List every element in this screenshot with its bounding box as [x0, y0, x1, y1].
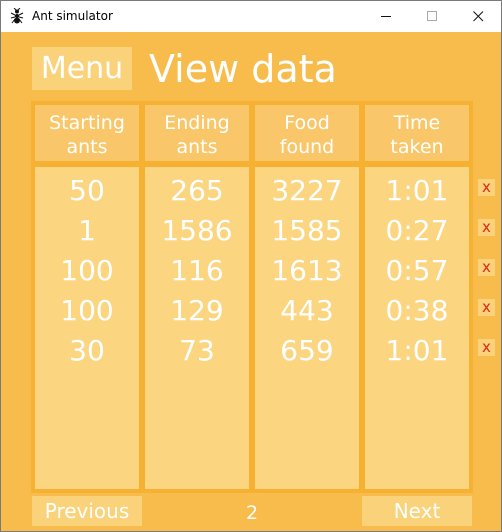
- cell: 129: [170, 294, 224, 327]
- column-starting-ants: Starting ants 50 1 100 100 30: [35, 105, 139, 489]
- column-header: Ending ants: [145, 105, 249, 161]
- cell: 0:57: [385, 254, 449, 287]
- delete-row-button[interactable]: x: [478, 259, 495, 276]
- column-header-line2: taken: [390, 136, 444, 158]
- column-ending-ants: Ending ants 265 1586 116 129 73: [145, 105, 249, 489]
- cell: 73: [179, 334, 215, 367]
- cell: 50: [69, 174, 105, 207]
- column-header-line1: Time: [393, 112, 441, 134]
- column-body: 3227 1585 1613 443 659: [255, 167, 359, 489]
- close-icon: [473, 11, 484, 22]
- column-header: Time taken: [365, 105, 469, 161]
- cell: 30: [69, 334, 105, 367]
- cell: 1:01: [385, 334, 449, 367]
- next-button[interactable]: Next: [362, 496, 472, 526]
- column-time-taken: Time taken 1:01 0:27 0:57 0:38 1:01: [365, 105, 469, 489]
- column-body: 265 1586 116 129 73: [145, 167, 249, 489]
- page-title: View data: [149, 47, 337, 91]
- column-header-line2: ants: [176, 136, 218, 158]
- maximize-button[interactable]: [409, 1, 455, 32]
- previous-button[interactable]: Previous: [32, 496, 142, 526]
- column-food-found: Food found 3227 1585 1613 443 659: [255, 105, 359, 489]
- cell: 443: [280, 294, 334, 327]
- cell: 659: [280, 334, 334, 367]
- cell: 1613: [271, 254, 343, 287]
- column-header-line1: Starting: [49, 112, 125, 134]
- column-body: 50 1 100 100 30: [35, 167, 139, 489]
- minimize-button[interactable]: [363, 1, 409, 32]
- delete-row-button[interactable]: x: [478, 299, 495, 316]
- column-header: Starting ants: [35, 105, 139, 161]
- column-header-line2: found: [279, 136, 335, 158]
- cell: 1:01: [385, 174, 449, 207]
- data-table: Starting ants 50 1 100 100 30 Ending ant…: [31, 101, 473, 493]
- delete-row-button[interactable]: x: [478, 179, 495, 196]
- cell: 1586: [161, 214, 233, 247]
- maximize-icon: [427, 11, 437, 21]
- column-header-line1: Food: [284, 112, 330, 134]
- cell: 1585: [271, 214, 343, 247]
- cell: 116: [170, 254, 224, 287]
- ant-icon: [10, 8, 24, 24]
- cell: 0:38: [385, 294, 449, 327]
- cell: 100: [60, 294, 114, 327]
- title-bar[interactable]: Ant simulator: [1, 1, 501, 32]
- cell: 3227: [271, 174, 343, 207]
- delete-row-button[interactable]: x: [478, 339, 495, 356]
- cell: 265: [170, 174, 224, 207]
- window-title: Ant simulator: [32, 9, 113, 23]
- cell: 100: [60, 254, 114, 287]
- minimize-icon: [381, 16, 391, 17]
- cell: 1: [78, 214, 96, 247]
- app-window: Ant simulator Menu View data Starting an…: [0, 0, 502, 532]
- column-header: Food found: [255, 105, 359, 161]
- close-button[interactable]: [455, 1, 501, 32]
- column-body: 1:01 0:27 0:57 0:38 1:01: [365, 167, 469, 489]
- column-header-line1: Ending: [164, 112, 230, 134]
- menu-button[interactable]: Menu: [32, 47, 132, 90]
- page-number: 2: [245, 502, 259, 524]
- delete-row-button[interactable]: x: [478, 219, 495, 236]
- cell: 0:27: [385, 214, 449, 247]
- column-header-line2: ants: [66, 136, 108, 158]
